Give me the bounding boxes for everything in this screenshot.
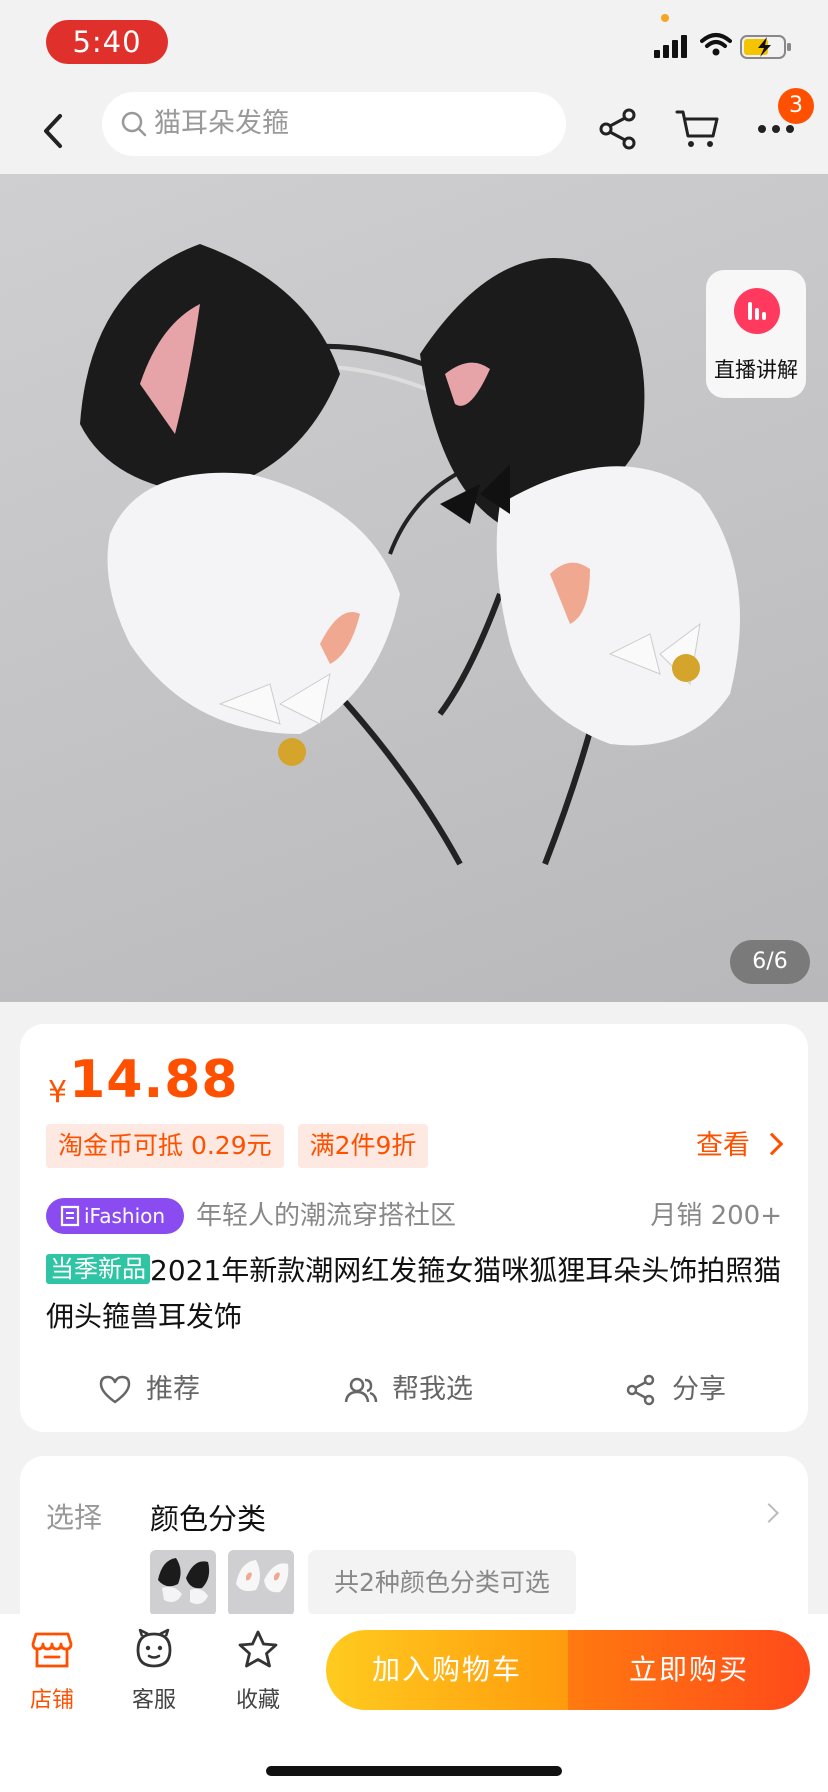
brand-badge-label: iFashion (84, 1204, 166, 1228)
color-category-title: 颜色分类 (150, 1502, 267, 1536)
live-explain-label: 直播讲解 (714, 358, 798, 382)
add-to-cart-button[interactable]: 加入购物车 (326, 1630, 568, 1710)
view-link-label: 查看 (696, 1130, 750, 1161)
color-count-text: 共2种颜色分类可选 (308, 1550, 576, 1616)
live-icon (734, 288, 780, 334)
brand-slogan: 年轻人的潮流穿搭社区 (196, 1201, 457, 1231)
home-indicator (266, 1766, 562, 1776)
chevron-right-icon (759, 1503, 779, 1523)
privacy-indicator-dot (661, 14, 669, 22)
favorite-tab[interactable]: 收藏 (218, 1628, 298, 1732)
search-placeholder: 猫耳朵发箍 (154, 108, 289, 139)
product-actions: 推荐 帮我选 分享 (20, 1362, 808, 1418)
service-tab[interactable]: 客服 (114, 1628, 194, 1732)
battery-charging-icon (740, 35, 791, 59)
help-choose-label: 帮我选 (392, 1374, 473, 1405)
share-label: 分享 (672, 1374, 726, 1405)
star-icon (238, 1630, 278, 1668)
product-image[interactable]: 直播讲解 6/6 (0, 174, 828, 1002)
cat-ear-headband-photo (80, 244, 740, 866)
view-coupons-link[interactable]: 查看 (696, 1124, 784, 1168)
white-ears-thumbnail (228, 1550, 294, 1616)
search-input[interactable]: 猫耳朵发箍 (102, 92, 566, 156)
brand-row: iFashion 年轻人的潮流穿搭社区 月销 200+ (46, 1196, 782, 1236)
store-tab[interactable]: 店铺 (12, 1628, 92, 1732)
heart-icon (99, 1375, 131, 1404)
share-icon[interactable] (596, 106, 640, 152)
ifashion-logo-icon (60, 1205, 80, 1227)
buy-now-button[interactable]: 立即购买 (568, 1630, 810, 1710)
recommend-label: 推荐 (146, 1374, 200, 1405)
recommend-button[interactable]: 推荐 (98, 1362, 218, 1418)
product-title: 当季新品 2021年新款潮网红发箍女猫咪狐狸耳朵头饰拍照猫佣头箍兽耳发饰 (46, 1248, 786, 1340)
nav-bar: 猫耳朵发箍 3 (0, 88, 828, 174)
price: ¥14.88 (48, 1050, 239, 1110)
select-label: 选择 (46, 1501, 103, 1534)
image-counter: 6/6 (730, 940, 810, 984)
price-value: 14.88 (69, 1050, 239, 1110)
color-thumb-white[interactable] (228, 1550, 294, 1616)
monthly-sales: 月销 200+ (650, 1201, 782, 1231)
users-icon (344, 1377, 378, 1403)
chevron-right-icon (760, 1132, 784, 1156)
store-icon (31, 1632, 73, 1668)
help-choose-button[interactable]: 帮我选 (344, 1362, 494, 1418)
wifi-icon (700, 33, 732, 56)
search-icon (121, 111, 147, 137)
product-title-text: 2021年新款潮网红发箍女猫咪狐狸耳朵头饰拍照猫佣头箍兽耳发饰 (46, 1254, 782, 1333)
back-icon[interactable] (30, 106, 80, 156)
cart-icon[interactable] (674, 106, 722, 152)
status-bar: 5:40 (0, 0, 828, 88)
black-ears-thumbnail (150, 1550, 216, 1616)
coupon-discount[interactable]: 满2件9折 (297, 1124, 429, 1168)
status-time: 5:40 (46, 20, 168, 64)
service-icon (136, 1628, 172, 1668)
live-explain-button[interactable]: 直播讲解 (706, 270, 806, 398)
cellular-signal-icon (654, 35, 687, 58)
service-label: 客服 (131, 1688, 176, 1713)
coupon-row: 淘金币可抵 0.29元 满2件9折 (46, 1124, 442, 1168)
color-thumb-black[interactable] (150, 1550, 216, 1616)
season-new-tag: 当季新品 (46, 1254, 150, 1284)
currency-symbol: ¥ (48, 1075, 68, 1110)
notification-badge: 3 (778, 88, 814, 124)
share-icon (626, 1374, 655, 1406)
ifashion-badge[interactable]: iFashion (46, 1198, 184, 1234)
favorite-label: 收藏 (235, 1688, 280, 1713)
coupon-coin-deduct[interactable]: 淘金币可抵 0.29元 (46, 1124, 284, 1168)
store-label: 店铺 (29, 1688, 74, 1713)
share-button[interactable]: 分享 (624, 1362, 744, 1418)
product-info-card: ¥14.88 淘金币可抵 0.29元 满2件9折 查看 iFashion 年轻人的… (20, 1024, 808, 1432)
